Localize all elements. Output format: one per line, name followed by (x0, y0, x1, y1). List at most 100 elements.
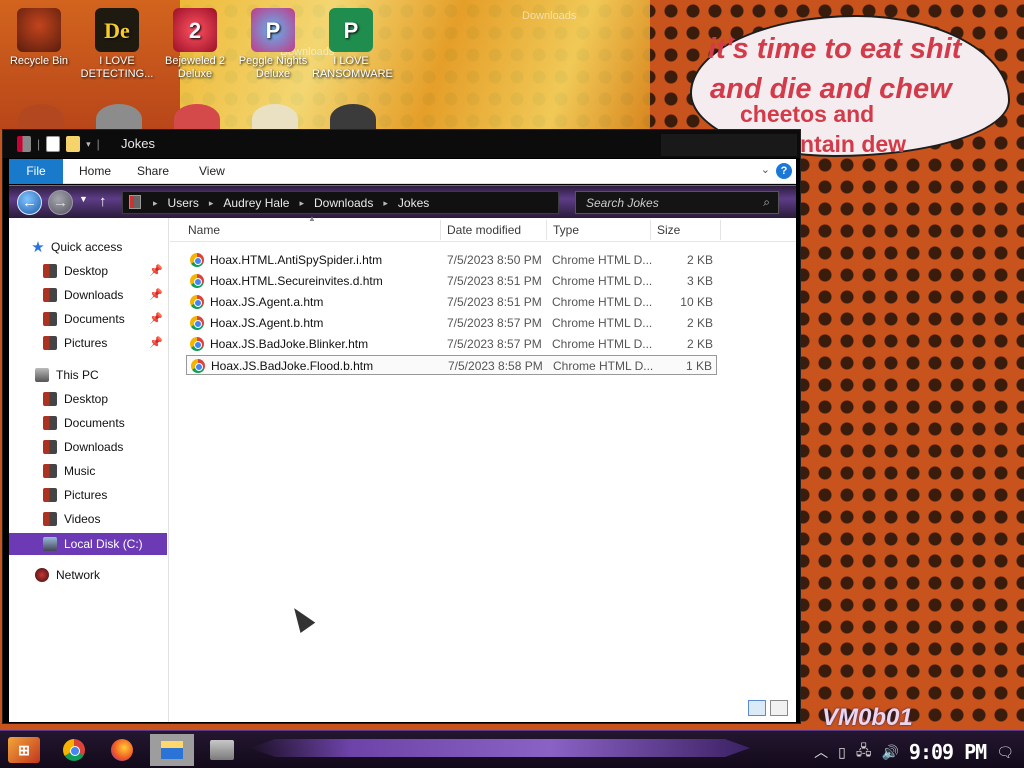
chevron-right-icon[interactable]: ▸ (379, 196, 392, 211)
sidebar-item-network[interactable]: Network (9, 564, 167, 586)
title-bar[interactable]: | ▾ | Jokes (3, 130, 800, 158)
file-row[interactable]: Hoax.JS.BadJoke.Blinker.htm 7/5/2023 8:5… (186, 334, 717, 354)
window-controls[interactable] (661, 134, 797, 156)
pin-icon[interactable]: 📌 (149, 288, 163, 301)
sidebar-item-documents-pinned[interactable]: Documents 📌 (9, 308, 167, 330)
column-header-date[interactable]: Date modified (447, 223, 521, 237)
show-hidden-icons-chevron-icon[interactable]: ︿ (814, 742, 828, 762)
ribbon-tabs: File Home Share View ⌄ ? (9, 159, 796, 184)
desktop-icon-label: Peggle Nights Deluxe (238, 55, 308, 80)
search-box[interactable]: Search Jokes ⌕ (575, 191, 779, 214)
quick-access-toolbar: | ▾ | (17, 136, 100, 152)
documents-icon (43, 312, 57, 326)
desktop-icon-recycle-bin[interactable]: Recycle Bin (0, 8, 78, 68)
address-bar[interactable]: ▸ Users ▸ Audrey Hale ▸ Downloads ▸ Joke… (122, 191, 559, 214)
pin-icon[interactable]: 📌 (149, 336, 163, 349)
back-button[interactable]: ← (17, 190, 42, 215)
file-date: 7/5/2023 8:58 PM (448, 359, 543, 373)
music-icon (43, 464, 57, 478)
recycle-bin-icon (17, 8, 61, 52)
breadcrumb-users[interactable]: Users (162, 196, 205, 211)
tab-share[interactable]: Share (127, 159, 179, 184)
app-icon (210, 740, 234, 760)
tab-home[interactable]: Home (69, 159, 121, 184)
column-header-size[interactable]: Size (657, 223, 680, 237)
file-name: Hoax.HTML.AntiSpySpider.i.htm (210, 253, 383, 267)
pin-icon[interactable]: 📌 (149, 312, 163, 325)
start-button[interactable]: ⊞ (8, 737, 40, 763)
explorer-body: ★ Quick access Desktop 📌 Downloads 📌 Doc… (9, 214, 796, 722)
column-header-name[interactable]: Name (188, 223, 220, 237)
network-status-icon[interactable]: 🖧 (856, 740, 872, 764)
details-view-icon[interactable] (748, 700, 766, 716)
file-date: 7/5/2023 8:51 PM (447, 274, 542, 288)
sidebar-item-this-pc[interactable]: This PC (9, 364, 167, 386)
column-headers: ▲ Name Date modified Type Size (170, 214, 796, 242)
desktop-icon-peggle[interactable]: P Peggle Nights Deluxe (234, 8, 312, 81)
sidebar-item-pc-pictures[interactable]: Pictures (9, 484, 167, 506)
file-row[interactable]: Hoax.HTML.Secureinvites.d.htm 7/5/2023 8… (186, 271, 717, 291)
sidebar-item-pc-music[interactable]: Music (9, 460, 167, 482)
pictures-icon (43, 488, 57, 502)
sidebar-item-pc-desktop[interactable]: Desktop (9, 388, 167, 410)
file-row[interactable]: Hoax.HTML.AntiSpySpider.i.htm 7/5/2023 8… (186, 250, 717, 270)
forward-button[interactable]: → (48, 190, 73, 215)
file-size: 2 KB (686, 253, 713, 267)
star-icon: ★ (31, 239, 45, 256)
customize-chevron-icon[interactable]: ▾ (86, 139, 91, 150)
up-button[interactable]: ↑ (99, 193, 107, 210)
notifications-icon[interactable]: 🗨 (996, 744, 1014, 761)
firefox-icon (111, 739, 133, 761)
file-row[interactable]: Hoax.JS.Agent.a.htm 7/5/2023 8:51 PM Chr… (186, 292, 717, 312)
file-date: 7/5/2023 8:57 PM (447, 337, 542, 351)
properties-icon[interactable] (46, 136, 61, 152)
tab-view[interactable]: View (189, 159, 235, 184)
sidebar-item-pictures-pinned[interactable]: Pictures 📌 (9, 332, 167, 354)
chevron-right-icon[interactable]: ▸ (295, 196, 308, 211)
file-row[interactable]: Hoax.JS.Agent.b.htm 7/5/2023 8:57 PM Chr… (186, 313, 717, 333)
sidebar-item-desktop-pinned[interactable]: Desktop 📌 (9, 260, 167, 282)
ribbon-expand-chevron-icon[interactable]: ⌄ (761, 163, 770, 176)
new-folder-icon[interactable] (66, 136, 81, 152)
tab-file[interactable]: File (9, 159, 63, 184)
sidebar-item-pc-videos[interactable]: Videos (9, 508, 167, 530)
pictures-icon (43, 336, 57, 350)
sidebar-item-label: Desktop (64, 392, 109, 406)
sidebar-item-pc-documents[interactable]: Documents (9, 412, 167, 434)
clock[interactable]: 9:09 PM (909, 740, 987, 764)
taskbar-app[interactable] (200, 734, 244, 766)
recent-locations-chevron-icon[interactable]: ▼ (79, 194, 88, 204)
desktop-icon-detecting[interactable]: De I LOVE DETECTING... (78, 8, 156, 81)
downloads-icon (43, 440, 57, 454)
chrome-html-icon (190, 274, 204, 288)
chrome-html-icon (190, 295, 204, 309)
explorer-window: | ▾ | Jokes File Home Share View ⌄ ? ← →… (2, 129, 801, 724)
large-icons-view-icon[interactable] (770, 700, 788, 716)
sidebar-item-quick-access[interactable]: ★ Quick access (9, 236, 167, 258)
pin-icon[interactable]: 📌 (149, 264, 163, 277)
sidebar-item-downloads-pinned[interactable]: Downloads 📌 (9, 284, 167, 306)
column-header-type[interactable]: Type (553, 223, 579, 237)
taskbar-decoration (250, 739, 750, 757)
search-icon[interactable]: ⌕ (763, 195, 770, 210)
chevron-right-icon[interactable]: ▸ (149, 196, 162, 211)
navigation-bar: ← → ▼ ↑ ▸ Users ▸ Audrey Hale ▸ Download… (9, 185, 796, 218)
window-app-icon[interactable] (17, 136, 31, 152)
breadcrumb-audrey-hale[interactable]: Audrey Hale (217, 196, 295, 211)
help-icon[interactable]: ? (776, 163, 792, 179)
volume-icon[interactable]: 🔊 (881, 744, 898, 761)
breadcrumb-downloads[interactable]: Downloads (308, 196, 379, 211)
taskbar-chrome[interactable] (52, 734, 96, 766)
sidebar-item-pc-downloads[interactable]: Downloads (9, 436, 167, 458)
file-row-selected[interactable]: Hoax.JS.BadJoke.Flood.b.htm 7/5/2023 8:5… (186, 355, 717, 375)
taskbar-firefox[interactable] (100, 734, 144, 766)
desktop-icon-ransomware[interactable]: P I LOVE RANSOMWARE (312, 8, 393, 81)
sidebar-item-local-disk[interactable]: Local Disk (C:) (9, 533, 167, 555)
search-input[interactable]: Search Jokes (586, 196, 659, 210)
ransomware-icon: P (329, 8, 373, 52)
taskbar-file-explorer[interactable] (150, 734, 194, 766)
breadcrumb-jokes[interactable]: Jokes (392, 196, 435, 211)
desktop-icon-bejeweled[interactable]: 2 Bejeweled 2 Deluxe (156, 8, 234, 81)
chevron-right-icon[interactable]: ▸ (205, 196, 218, 211)
tablet-icon[interactable]: ▯ (838, 744, 846, 761)
